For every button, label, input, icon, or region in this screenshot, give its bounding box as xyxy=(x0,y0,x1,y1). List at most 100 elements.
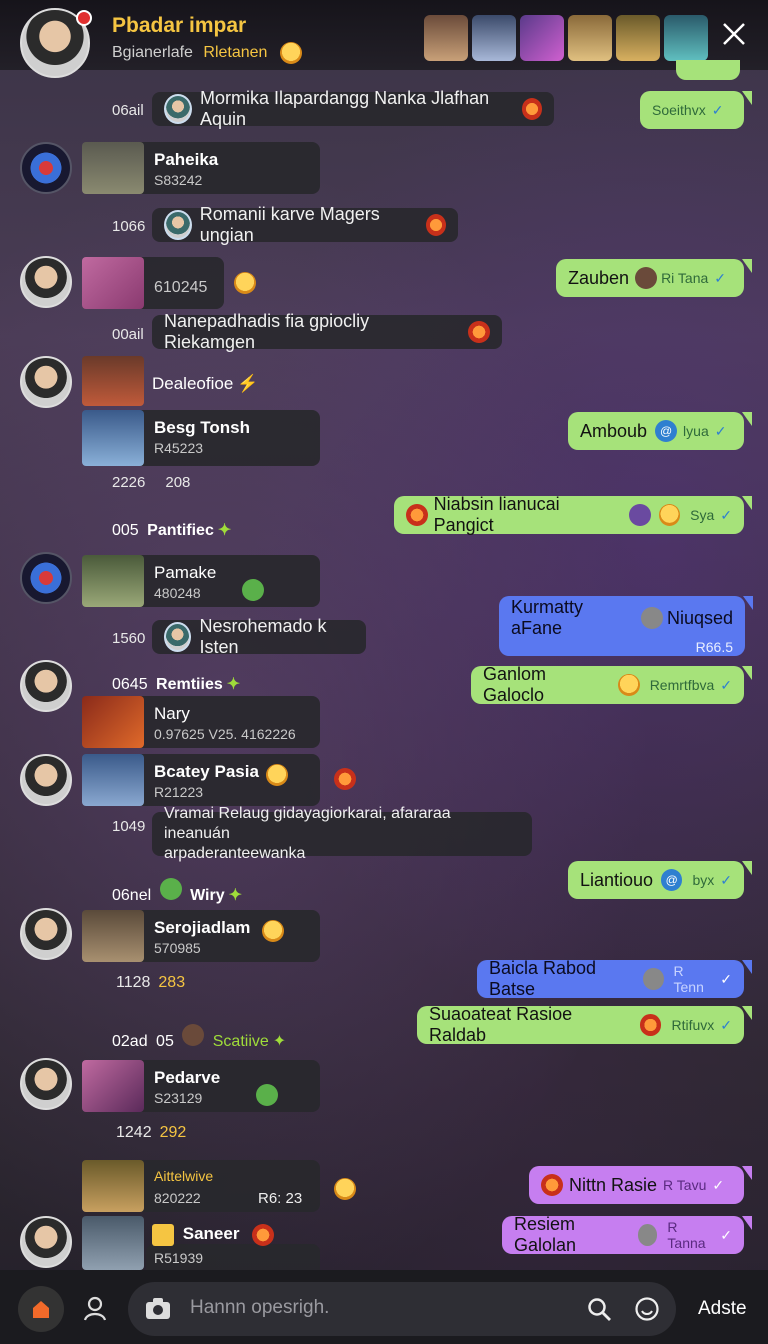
sender-name: Dealeofioe xyxy=(152,374,234,393)
media-card[interactable]: R51939 xyxy=(146,1244,320,1270)
sender-avatar[interactable] xyxy=(20,356,72,408)
reaction-emoji-icon[interactable] xyxy=(334,1178,356,1200)
media-thumbnail[interactable] xyxy=(82,1060,144,1112)
reaction-emoji-icon xyxy=(637,1224,658,1246)
participant-avatar[interactable] xyxy=(616,15,660,61)
media-thumbnail[interactable] xyxy=(82,910,144,962)
sender-name: Saneer xyxy=(182,1224,240,1244)
system-message: Nesrohemado k Isten xyxy=(152,616,366,657)
media-thumbnail[interactable] xyxy=(82,410,144,466)
send-button[interactable]: Adste xyxy=(698,1298,747,1320)
message-bubble[interactable]: Liantiouo @ byx ✓ xyxy=(568,861,752,899)
sparkle-icon: ✦ xyxy=(226,676,241,693)
message-text: Kurmatty aFane xyxy=(511,597,584,638)
message-bubble[interactable]: Soeithvx ✓ xyxy=(640,91,752,129)
count-b: 283 xyxy=(158,974,186,991)
message-time: 00ail xyxy=(112,326,144,343)
message-input[interactable]: Hannn opesrigh. xyxy=(128,1282,676,1336)
system-message: Nanepadhadis fia gpiocliy Riekamgen xyxy=(152,311,502,352)
message-bubble[interactable]: Kurmatty aFane Niuqsed R66.5 xyxy=(499,596,753,656)
reaction-emoji-icon[interactable] xyxy=(256,1084,278,1106)
media-card[interactable]: Pedarve S23129 xyxy=(82,1060,320,1112)
sender-avatar[interactable] xyxy=(20,552,72,604)
media-card[interactable]: Pamake 480248 xyxy=(82,555,320,607)
message-bubble[interactable]: Baicla Rabod Batse R Tenn ✓ xyxy=(477,958,752,999)
message-bubble[interactable]: Amboub @ lyua ✓ xyxy=(568,412,752,450)
media-thumbnail[interactable] xyxy=(82,696,144,748)
count-a: 2226 xyxy=(112,474,146,491)
reaction-emoji-icon[interactable] xyxy=(334,768,356,790)
user-icon xyxy=(83,1296,107,1321)
media-card[interactable]: Bcatey Pasia R21223 xyxy=(82,754,320,806)
reaction-emoji-icon[interactable] xyxy=(468,321,490,343)
participant-avatar[interactable] xyxy=(664,15,708,61)
reaction-emoji-icon[interactable] xyxy=(262,920,284,942)
media-thumbnail[interactable] xyxy=(82,142,144,194)
message-meta: R Tenn xyxy=(673,963,704,995)
participant-avatar[interactable] xyxy=(472,15,516,61)
sender-name: Pantifiec xyxy=(147,522,214,539)
home-icon xyxy=(33,1301,49,1318)
card-subtitle: R21223 xyxy=(154,784,204,800)
sender-label: 02ad 05 Scatiive ✦ xyxy=(112,1024,286,1051)
card-title: Bcatey Pasia xyxy=(154,762,259,781)
media-card[interactable]: Besg Tonsh R45223 xyxy=(82,410,320,466)
reaction-emoji-icon[interactable] xyxy=(266,764,288,786)
message-time: 005 xyxy=(112,522,139,539)
participant-avatar[interactable] xyxy=(520,15,564,61)
message-bubble[interactable] xyxy=(676,60,740,80)
message-bubble[interactable]: Suaoateat Rasioe Raldab Rtifuvx ✓ xyxy=(417,1004,752,1045)
sender-avatar[interactable] xyxy=(20,754,72,806)
close-icon[interactable] xyxy=(718,18,750,50)
media-card[interactable]: Paheika S83242 xyxy=(82,142,320,194)
media-thumbnail[interactable] xyxy=(82,356,144,406)
media-card[interactable]: Aittelwive 820222 R6: 23 xyxy=(82,1160,320,1212)
camera-icon[interactable] xyxy=(144,1296,172,1327)
home-button[interactable] xyxy=(18,1286,64,1332)
message-bubble[interactable]: Ganlom Galoclo Remrtfbva ✓ xyxy=(471,664,752,705)
read-receipt-icon: ✓ xyxy=(720,506,733,523)
media-thumbnail[interactable] xyxy=(82,754,144,806)
media-thumbnail[interactable] xyxy=(82,1216,144,1270)
system-message: Romanii karve Magers ungian xyxy=(152,204,458,245)
subtitle-text: Bgianerlafe xyxy=(112,44,193,62)
sender-avatar[interactable] xyxy=(20,1216,72,1268)
sender-avatar[interactable] xyxy=(20,908,72,960)
reaction-emoji-icon[interactable] xyxy=(425,214,446,236)
message-text-2: arpaderanteewanka xyxy=(164,845,306,862)
message-bubble[interactable]: Niabsin lianucai Pangict Sya ✓ xyxy=(394,494,752,535)
media-thumbnail[interactable] xyxy=(82,555,144,607)
sender-avatar[interactable] xyxy=(20,1058,72,1110)
message-bubble[interactable]: Zauben Ri Tana ✓ xyxy=(556,259,752,297)
reaction-emoji-icon[interactable] xyxy=(242,579,264,601)
sender-avatar[interactable] xyxy=(164,94,193,124)
message-bubble[interactable]: Resiem Galolan R Tanna ✓ xyxy=(502,1214,752,1255)
media-card[interactable]: Nary 0.97625 V25. 4162226 xyxy=(82,696,320,748)
sparkle-icon: ✦ xyxy=(217,522,232,539)
sender-avatar[interactable] xyxy=(164,622,192,652)
emoji-icon[interactable] xyxy=(634,1296,660,1327)
card-title: Aittelwive xyxy=(154,1168,214,1184)
profile-button[interactable] xyxy=(78,1292,112,1326)
card-subtitle: 820222 xyxy=(154,1190,201,1206)
sender-avatar[interactable] xyxy=(20,256,72,308)
media-thumbnail[interactable] xyxy=(82,1160,144,1212)
sender-avatar[interactable] xyxy=(20,142,72,194)
media-card[interactable]: Serojiadlam 570985 xyxy=(82,910,320,962)
system-message: Mormika Ilapardangg Nanka Jlafhan Aquin xyxy=(152,88,554,129)
participant-avatar[interactable] xyxy=(424,15,468,61)
sender-avatar[interactable] xyxy=(164,210,192,240)
card-count: 1128 283 xyxy=(116,974,185,992)
media-card[interactable]: 610245 xyxy=(82,257,224,309)
message-bubble[interactable]: Nittn Rasie R Tavu ✓ xyxy=(529,1166,752,1204)
sender-emoji-icon xyxy=(541,1174,563,1196)
message-text: Romanii karve Magers ungian xyxy=(199,204,380,245)
participant-avatar[interactable] xyxy=(568,15,612,61)
search-icon[interactable] xyxy=(586,1296,612,1327)
card-subtitle: 570985 xyxy=(154,940,201,956)
media-thumbnail[interactable] xyxy=(82,257,144,309)
sender-avatar[interactable] xyxy=(20,660,72,712)
message-time: 06ail xyxy=(112,102,144,119)
reaction-emoji-icon[interactable] xyxy=(521,98,542,120)
reaction-emoji-icon[interactable] xyxy=(234,272,256,294)
